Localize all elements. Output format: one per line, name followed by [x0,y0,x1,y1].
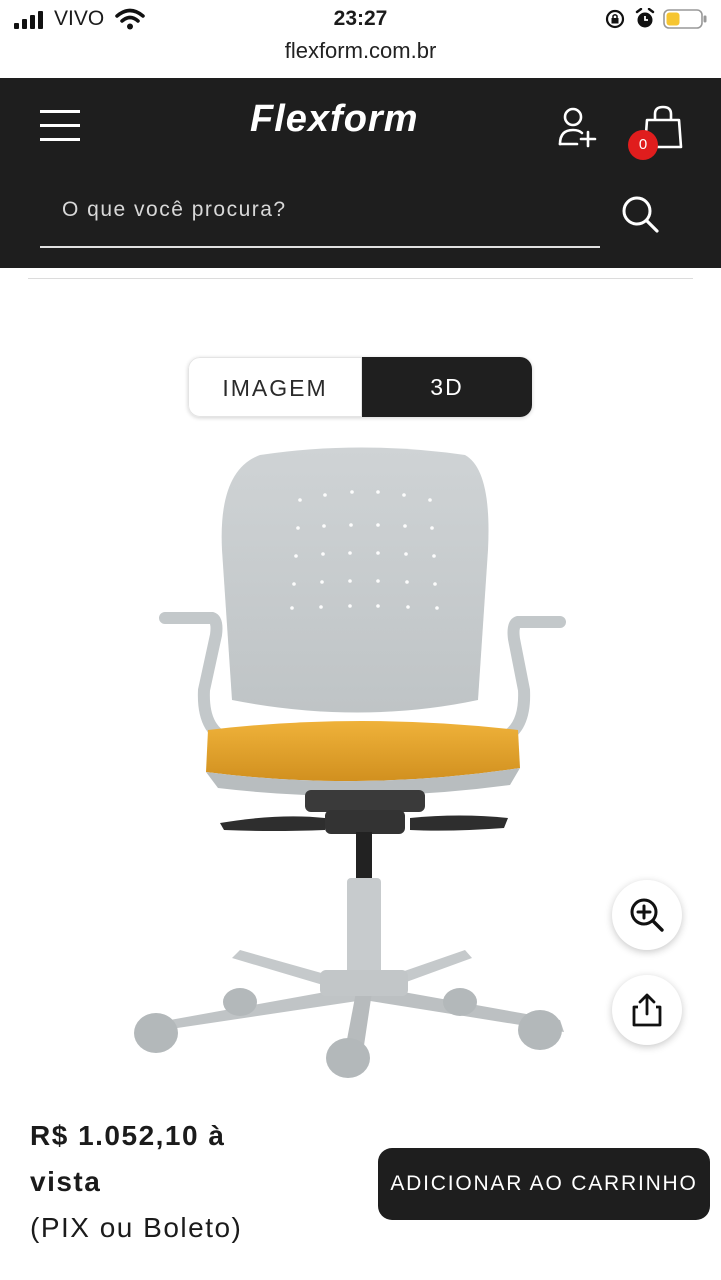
menu-icon[interactable] [40,108,80,144]
payment-methods-note: (PIX ou Boleto) [30,1212,243,1243]
orientation-lock-icon [605,9,625,29]
site-logo[interactable]: Flexform [250,98,418,141]
zoom-in-icon [630,898,664,932]
price-condition: vista [30,1166,102,1197]
share-icon [632,993,662,1027]
share-button[interactable] [612,975,682,1045]
toggle-image-button[interactable]: IMAGEM [188,357,362,417]
view-toggle: IMAGEM 3D [188,357,532,417]
alarm-icon [635,8,655,28]
search-input[interactable] [40,184,604,236]
price-value: R$ 1.052,10 à [30,1120,226,1151]
battery-icon [663,9,707,29]
address-bar-url[interactable]: flexform.com.br [0,38,721,64]
add-user-icon[interactable] [557,106,597,148]
search-icon[interactable] [620,194,660,234]
divider [28,278,693,279]
status-bar: VIVO 23:27 flexform.com.br [0,0,721,63]
toggle-3d-button[interactable]: 3D [362,357,532,417]
cart-count-badge[interactable]: 0 [628,130,658,160]
product-image[interactable] [120,440,600,1100]
search-underline [40,246,600,248]
add-to-cart-button[interactable]: ADICIONAR AO CARRINHO [378,1148,710,1220]
zoom-button[interactable] [612,880,682,950]
